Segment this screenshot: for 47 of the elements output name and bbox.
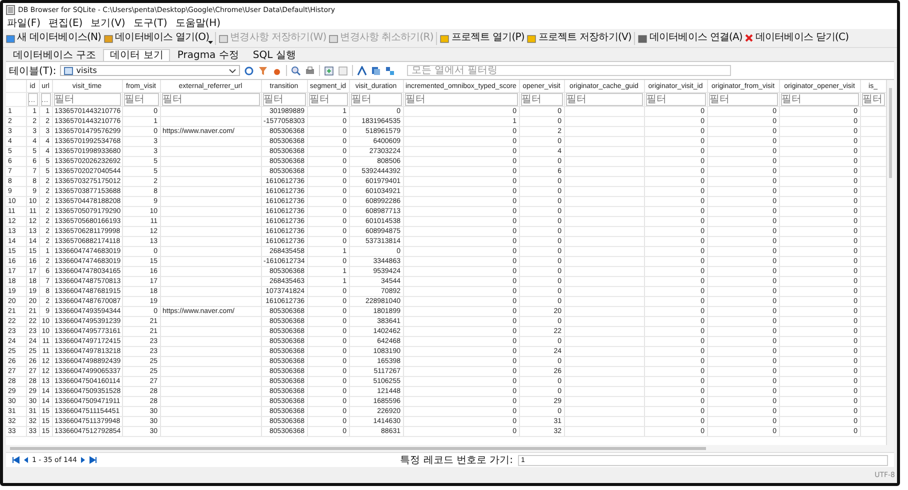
toolbar-button[interactable]: 프로젝트 열기(P): [439, 31, 526, 45]
close-icon: [745, 34, 754, 42]
toolbar-button[interactable]: 데이터베이스 열기(O): [103, 31, 210, 45]
column-filter-field[interactable]: 필터: [262, 93, 306, 106]
first-page-icon[interactable]: [12, 456, 20, 464]
column-filter-field[interactable]: 필터: [308, 93, 348, 106]
column-filter-field[interactable]: 필터: [162, 93, 260, 106]
column-filter-field[interactable]: 필터: [780, 93, 858, 106]
column-filter-field[interactable]: 필터: [124, 93, 158, 106]
column-filter-field[interactable]: 필터: [350, 93, 402, 106]
tab[interactable]: SQL 실행: [246, 49, 303, 61]
table-label: 테이블(T):: [9, 64, 56, 78]
column-filter-field[interactable]: 필터: [54, 93, 120, 106]
toolbar-button[interactable]: 데이터베이스 닫기(C): [744, 31, 850, 45]
menu-item[interactable]: 보기(V): [90, 18, 126, 28]
last-page-icon[interactable]: [88, 456, 97, 464]
copy-icon[interactable]: [371, 66, 382, 76]
next-page-icon[interactable]: [78, 456, 87, 464]
search-icon[interactable]: [291, 66, 302, 76]
insert-record-icon[interactable]: [324, 66, 334, 76]
filter-clear-icon[interactable]: [258, 66, 268, 76]
chevron-down-icon: [229, 68, 236, 72]
goto-label: 특정 레코드 번호로 가기:: [400, 454, 513, 467]
column-filter-field[interactable]: 필터: [566, 93, 642, 106]
toolbar-button[interactable]: 프로젝트 저장하기(V): [526, 31, 632, 45]
previous-page-icon[interactable]: [22, 456, 30, 464]
column-filter-field[interactable]: 필터: [404, 93, 518, 106]
refresh-icon[interactable]: [244, 66, 254, 76]
menu-item[interactable]: 도구(T): [133, 18, 168, 28]
table-icon: [64, 66, 74, 74]
menu-item[interactable]: 도움말(H): [175, 18, 221, 28]
tab[interactable]: 데이터 보기: [103, 49, 170, 61]
menu-item[interactable]: 파일(F): [7, 18, 41, 28]
column-filter-field[interactable]: 필터: [520, 93, 562, 106]
tab[interactable]: 데이터베이스 구조: [6, 49, 104, 61]
menu-item[interactable]: 편집(E): [48, 18, 83, 28]
column-filter-field[interactable]: 필터: [708, 93, 778, 106]
toolbar-button[interactable]: 데이터베이스 연결(A): [637, 31, 744, 45]
table-select[interactable]: visits: [60, 65, 240, 76]
vertical-scrollbar[interactable]: [886, 80, 894, 445]
column-filter-field[interactable]: 필터: [862, 93, 884, 106]
print-icon[interactable]: [305, 66, 316, 76]
toolbar-button[interactable]: 새 데이터베이스(N): [5, 31, 102, 45]
horizontal-scrollbar[interactable]: [6, 445, 894, 452]
dropdown-arrow-icon[interactable]: [208, 40, 214, 44]
tab[interactable]: Pragma 수정: [170, 49, 246, 61]
column-filter-field[interactable]: 필터: [646, 93, 706, 106]
